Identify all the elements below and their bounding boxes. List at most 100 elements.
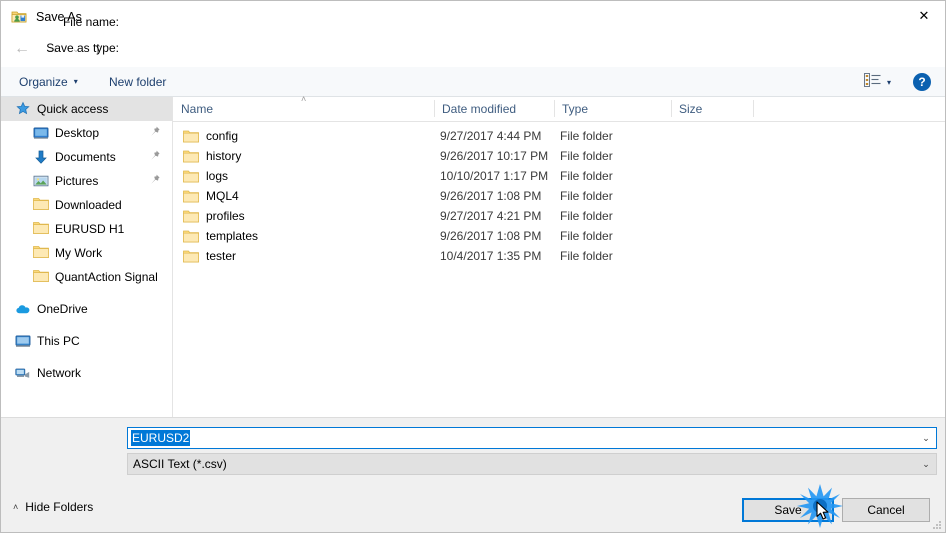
file-name-label: tester — [206, 249, 237, 263]
sidebar-item-desktop[interactable]: Desktop — [1, 121, 172, 145]
file-date-cell: 9/26/2017 1:08 PM — [440, 229, 542, 243]
file-type-cell: File folder — [560, 149, 613, 163]
sidebar-item-downloaded[interactable]: Downloaded — [1, 193, 172, 217]
chevron-down-icon: ▾ — [73, 77, 78, 86]
table-row[interactable]: logs 10/10/2017 1:17 PM File folder — [173, 166, 945, 186]
file-name-cell: config — [183, 129, 238, 143]
table-row[interactable]: tester 10/4/2017 1:35 PM File folder — [173, 246, 945, 266]
sidebar-item-label: Documents — [55, 150, 116, 164]
cancel-button[interactable]: Cancel — [842, 498, 930, 522]
file-date-cell: 10/4/2017 1:35 PM — [440, 249, 542, 263]
folder-icon — [33, 269, 49, 285]
column-header-date-modified[interactable]: Date modified — [434, 97, 554, 120]
title-bar: Save As ✕ — [1, 1, 945, 32]
close-icon[interactable]: ✕ — [901, 1, 945, 31]
folder-icon — [183, 250, 199, 263]
sidebar-item-label: Pictures — [55, 174, 99, 188]
file-name-label: history — [206, 149, 242, 163]
sidebar-item-label: My Work — [55, 246, 103, 260]
help-button[interactable]: ? — [913, 73, 931, 91]
sidebar-item-quantaction-signal[interactable]: QuantAction Signal — [1, 265, 172, 289]
sidebar-item-label: QuantAction Signal — [55, 270, 158, 284]
sort-ascending-icon: ˄ — [301, 94, 307, 104]
file-name-label: File name: — [62, 15, 119, 29]
sidebar-item-label: Downloaded — [55, 198, 122, 212]
command-toolbar: Organize ▾ New folder ▾ ? — [1, 67, 945, 97]
sidebar-item-onedrive[interactable]: OneDrive — [1, 297, 172, 321]
dialog-footer: ˄ Hide Folders Save Cancel — [1, 489, 945, 532]
column-header-type[interactable]: Type — [554, 97, 671, 120]
chevron-down-icon[interactable]: ⌄ — [916, 428, 936, 448]
organize-label: Organize — [19, 74, 68, 89]
onedrive-cloud-icon — [15, 301, 31, 317]
file-name-cell: logs — [183, 169, 228, 183]
new-folder-label: New folder — [109, 74, 167, 89]
file-name-input[interactable]: EURUSD2 ⌄ — [127, 427, 937, 449]
column-header-size[interactable]: Size — [671, 97, 753, 120]
folder-icon — [183, 230, 199, 243]
table-row[interactable]: config 9/27/2017 4:44 PM File folder — [173, 126, 945, 146]
sidebar-item-quick-access[interactable]: Quick access — [1, 97, 172, 121]
save-as-dialog: Save As ✕ ← → ⌄ ↑ « Roaming › MetaQuotes… — [0, 0, 946, 533]
sidebar-item-label: Network — [37, 366, 82, 380]
file-date-cell: 9/27/2017 4:44 PM — [440, 129, 542, 143]
this-pc-monitor-icon — [15, 333, 31, 349]
table-row[interactable]: MQL4 9/26/2017 1:08 PM File folder — [173, 186, 945, 206]
file-date-cell: 9/27/2017 4:21 PM — [440, 209, 542, 223]
file-type-cell: File folder — [560, 209, 613, 223]
file-name-cell: profiles — [183, 209, 245, 223]
file-type-cell: File folder — [560, 229, 613, 243]
file-name-cell: tester — [183, 249, 236, 263]
sidebar-item-documents[interactable]: Documents — [1, 145, 172, 169]
chevron-down-icon[interactable]: ⌄ — [916, 454, 936, 474]
file-name-cell: history — [183, 149, 241, 163]
sidebar-item-label: Desktop — [55, 126, 100, 140]
pin-icon[interactable] — [150, 126, 160, 140]
sidebar-item-network[interactable]: Network — [1, 361, 172, 385]
new-folder-button[interactable]: New folder — [103, 67, 172, 96]
sidebar-item-label: This PC — [37, 334, 80, 348]
column-header-size-label: Size — [679, 101, 703, 116]
sidebar-item-pictures[interactable]: Pictures — [1, 169, 172, 193]
file-list-pane: Name ˄ Date modified Type Size config 9/… — [173, 94, 945, 417]
file-name-label: profiles — [206, 209, 245, 223]
folder-icon — [33, 197, 49, 213]
desktop-icon — [33, 125, 49, 141]
table-row[interactable]: history 9/26/2017 10:17 PM File folder — [173, 146, 945, 166]
file-type-cell: File folder — [560, 129, 613, 143]
pin-icon[interactable] — [150, 174, 160, 188]
sidebar-item-label: OneDrive — [37, 302, 88, 316]
sidebar-item-label: Quick access — [37, 102, 109, 116]
folder-icon — [33, 245, 49, 261]
file-date-cell: 9/26/2017 1:08 PM — [440, 189, 542, 203]
change-view-button[interactable]: ▾ — [864, 72, 891, 92]
folder-icon — [183, 170, 199, 183]
pictures-icon — [33, 173, 49, 189]
pin-icon[interactable] — [150, 150, 160, 164]
sidebar-item-eurusd-h1[interactable]: EURUSD H1 — [1, 217, 172, 241]
table-row[interactable]: profiles 9/27/2017 4:21 PM File folder — [173, 206, 945, 226]
table-row[interactable]: templates 9/26/2017 1:08 PM File folder — [173, 226, 945, 246]
column-header-row: Name ˄ Date modified Type Size — [173, 94, 945, 122]
sidebar-item-my-work[interactable]: My Work — [1, 241, 172, 265]
column-divider[interactable] — [753, 100, 754, 117]
file-name-cell: templates — [183, 229, 258, 243]
file-name-cell: MQL4 — [183, 189, 239, 203]
navigation-bar: ← → ⌄ ↑ « Roaming › MetaQuotes › Termina… — [1, 32, 945, 92]
sidebar-item-this-pc[interactable]: This PC — [1, 329, 172, 353]
resize-grip[interactable] — [931, 519, 943, 531]
organize-button[interactable]: Organize ▾ — [13, 67, 84, 96]
file-name-label: logs — [206, 169, 229, 183]
chevron-up-icon: ˄ — [13, 502, 19, 512]
column-header-name[interactable]: Name ˄ — [173, 94, 434, 120]
hide-folders-button[interactable]: ˄ Hide Folders — [13, 500, 93, 514]
sidebar-item-label: EURUSD H1 — [55, 222, 125, 236]
file-name-label: templates — [206, 229, 259, 243]
save-as-type-select[interactable]: ASCII Text (*.csv) ⌄ — [127, 453, 937, 475]
save-button[interactable]: Save — [742, 498, 834, 522]
file-type-cell: File folder — [560, 249, 613, 263]
folder-icon — [183, 190, 199, 203]
